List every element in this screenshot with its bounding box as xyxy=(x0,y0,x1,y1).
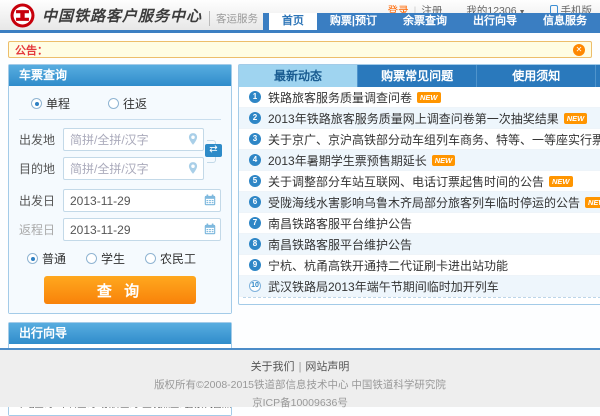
news-item[interactable]: 9宁杭、杭甬高铁开通持二代证刷卡进出站功能 xyxy=(239,255,600,276)
close-icon[interactable]: ✕ xyxy=(573,44,585,56)
item-number-badge: 10 xyxy=(249,280,261,292)
radio-roundtrip[interactable]: 往返 xyxy=(108,95,147,112)
news-tabs: 最新动态 购票常见问题 使用须知 相关规章 xyxy=(239,65,600,87)
china-railway-logo-icon xyxy=(10,3,35,28)
to-station-row: 目的地 xyxy=(19,157,204,180)
swap-stations-icon[interactable]: ⇄ xyxy=(205,144,222,157)
item-number-badge: 5 xyxy=(249,175,261,187)
radio-oneway[interactable]: 单程 xyxy=(31,95,70,112)
item-number-badge: 8 xyxy=(249,238,261,250)
site-title: 中国铁路客户服务中心 xyxy=(42,5,202,26)
announcement-label: 公告： xyxy=(15,42,48,58)
tab-booking-faq[interactable]: 购票常见问题 xyxy=(358,65,477,87)
from-station-row: 出发地 xyxy=(19,128,204,151)
site-statement-link[interactable]: 网站声明 xyxy=(305,361,349,373)
footer: 关于我们 |网站声明 版权所有©2008-2015铁道部信息技术中心 中国铁道科学… xyxy=(0,348,600,407)
trip-type-group: 单程 往返 xyxy=(19,93,221,120)
footer-links: 关于我们 |网站声明 xyxy=(0,358,600,374)
site-subtitle: 客运服务 xyxy=(209,11,258,26)
news-item[interactable]: 6受陇海线水害影响乌鲁木齐局部分旅客列车临时停运的公告NEW xyxy=(239,192,600,213)
new-badge: NEW xyxy=(417,92,441,103)
tab-regulations[interactable]: 相关规章 xyxy=(596,65,600,87)
news-item[interactable]: 1铁路旅客服务质量调查问卷NEW xyxy=(239,87,600,108)
tab-usage-notice[interactable]: 使用须知 xyxy=(477,65,596,87)
news-list-footer xyxy=(243,297,600,304)
item-number-badge: 2 xyxy=(249,112,261,124)
radio-migrant-worker[interactable]: 农民工 xyxy=(145,250,196,267)
item-number-badge: 7 xyxy=(249,217,261,229)
main-nav: 首页 购票|预订 余票查询 出行向导 信息服务 xyxy=(263,13,600,30)
return-date-row: 返程日 xyxy=(19,218,221,241)
icp-number: 京ICP备10009636号 xyxy=(0,395,600,410)
nav-tab-info-service[interactable]: 信息服务 xyxy=(530,13,600,30)
news-item[interactable]: 3关于京广、京沪高铁部分动车组列车商务、特等、一等座实行票价特惠的公告NEW xyxy=(239,129,600,150)
to-station-input[interactable] xyxy=(63,157,204,180)
radio-normal[interactable]: 普通 xyxy=(27,250,66,267)
item-number-badge: 9 xyxy=(249,259,261,271)
ticket-query-title: 车票查询 xyxy=(9,65,231,86)
item-number-badge: 1 xyxy=(249,91,261,103)
header: 中国铁路客户服务中心 客运服务 登录 | 注册 我的12306▼ 手机版 首页 … xyxy=(0,0,600,33)
radio-student[interactable]: 学生 xyxy=(86,250,125,267)
about-us-link[interactable]: 关于我们 xyxy=(251,361,295,373)
radio-icon xyxy=(145,253,156,264)
travel-guide-title: 出行向导 xyxy=(9,323,231,344)
news-item[interactable]: 10武汉铁路局2013年端午节期间临时加开列车 xyxy=(239,276,600,297)
nav-tab-home[interactable]: 首页 xyxy=(269,13,317,30)
calendar-icon xyxy=(203,222,217,236)
ticket-query-panel: 车票查询 单程 往返 ⇄ 出发地 xyxy=(8,64,232,314)
item-number-badge: 6 xyxy=(249,196,261,208)
tab-latest-news[interactable]: 最新动态 xyxy=(239,65,358,87)
location-pin-icon xyxy=(186,161,200,175)
depart-date-input[interactable] xyxy=(63,189,221,212)
calendar-icon xyxy=(203,193,217,207)
radio-icon xyxy=(27,253,38,264)
return-date-label: 返程日 xyxy=(19,221,63,238)
nav-tab-travel-guide[interactable]: 出行向导 xyxy=(460,13,530,30)
announcement-bar: 公告： ✕ xyxy=(8,41,592,58)
new-badge: NEW xyxy=(432,155,456,166)
footer-separator: | xyxy=(299,361,302,373)
ticket-query-form: 单程 往返 ⇄ 出发地 目的地 xyxy=(9,86,231,313)
news-item[interactable]: 42013年暑期学生票预售期延长NEW xyxy=(239,150,600,171)
from-station-input[interactable] xyxy=(63,128,204,151)
to-station-label: 目的地 xyxy=(19,160,63,177)
nav-tab-booking[interactable]: 购票|预订 xyxy=(317,13,390,30)
copyright-text: 版权所有©2008-2015铁道部信息技术中心 中国铁道科学研究院 xyxy=(0,377,600,392)
location-pin-icon xyxy=(186,132,200,146)
news-item[interactable]: 8南昌铁路客服平台维护公告 xyxy=(239,234,600,255)
new-badge: NEW xyxy=(549,176,573,187)
radio-icon xyxy=(108,98,119,109)
date-group: 出发日 返程日 xyxy=(19,189,221,241)
return-date-input[interactable] xyxy=(63,218,221,241)
nav-tab-remaining-tickets[interactable]: 余票查询 xyxy=(390,13,460,30)
news-list: 1铁路旅客服务质量调查问卷NEW 22013年铁路旅客服务质量网上调查问卷第一次… xyxy=(239,87,600,297)
new-badge: NEW xyxy=(564,113,588,124)
radio-icon xyxy=(86,253,97,264)
new-badge: NEW xyxy=(585,197,600,208)
news-item[interactable]: 22013年铁路旅客服务质量网上调查问卷第一次抽奖结果NEW xyxy=(239,108,600,129)
news-item[interactable]: 7南昌铁路客服平台维护公告 xyxy=(239,213,600,234)
news-item[interactable]: 5关于调整部分车站互联网、电话订票起售时间的公告NEW xyxy=(239,171,600,192)
depart-date-label: 出发日 xyxy=(19,192,63,209)
item-number-badge: 3 xyxy=(249,133,261,145)
passenger-type-group: 普通 学生 农民工 xyxy=(19,247,221,276)
station-group: ⇄ 出发地 目的地 xyxy=(19,128,221,180)
query-button[interactable]: 查 询 xyxy=(44,276,196,304)
item-number-badge: 4 xyxy=(249,154,261,166)
radio-icon xyxy=(31,98,42,109)
news-panel: 最新动态 购票常见问题 使用须知 相关规章 1铁路旅客服务质量调查问卷NEW 2… xyxy=(238,64,600,305)
logo: 中国铁路客户服务中心 客运服务 xyxy=(10,3,258,28)
from-station-label: 出发地 xyxy=(19,131,63,148)
depart-date-row: 出发日 xyxy=(19,189,221,212)
